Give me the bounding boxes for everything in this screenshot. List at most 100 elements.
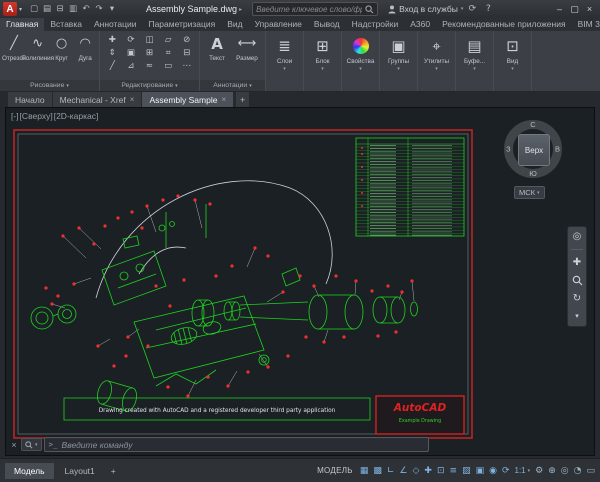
orbit-icon[interactable]: ↻	[573, 293, 581, 304]
offset-icon[interactable]: ⊟	[177, 48, 196, 58]
ribbon-tab[interactable]: Параметризация	[142, 18, 221, 31]
ribbon-tab[interactable]: BIM 360	[572, 18, 600, 31]
object-snap-tracking-icon[interactable]: ✚	[424, 466, 432, 476]
ribbon-tab[interactable]: Надстройки	[346, 18, 405, 31]
close-tab-icon[interactable]: ×	[130, 95, 135, 104]
file-tab-mechanical-xref[interactable]: Mechanical - Xref ×	[53, 92, 142, 107]
layers-panel-button[interactable]: ≣ Слои ▾	[266, 31, 304, 91]
snap-icon[interactable]: ▩	[373, 466, 382, 476]
close-tab-icon[interactable]: ×	[221, 95, 226, 104]
compass-west-label[interactable]: З	[506, 145, 511, 154]
open-icon[interactable]: ▤	[41, 4, 53, 14]
undo-icon[interactable]: ↶	[80, 4, 92, 14]
groups-panel-button[interactable]: ▣ Группы ▾	[380, 31, 418, 91]
add-layout-button[interactable]: +	[106, 463, 121, 479]
drawing-area[interactable]: [-] [Сверху] [2D-каркас]	[5, 107, 595, 456]
grid-icon[interactable]: ▦	[360, 466, 369, 476]
view-cube[interactable]: С З В Ю Верх	[504, 120, 562, 178]
minimize-button[interactable]: –	[552, 4, 567, 15]
ribbon-tab[interactable]: Аннотации	[88, 18, 143, 31]
viewport-visual-style-button[interactable]: [2D-каркас]	[54, 111, 99, 121]
save-icon[interactable]: ⊟	[54, 4, 66, 14]
ribbon-tab[interactable]: Управление	[249, 18, 308, 31]
recent-commands-icon[interactable]: ▾	[35, 442, 38, 448]
help-search-box[interactable]: Введите ключевое слово/фразу	[252, 2, 378, 16]
annotation-visibility-icon[interactable]: ◉	[489, 466, 497, 476]
clean-screen-icon[interactable]: ▭	[586, 466, 595, 476]
new-icon[interactable]: ▢	[28, 4, 40, 14]
ribbon-tab[interactable]: Рекомендованные приложения	[436, 18, 571, 31]
lineweight-icon[interactable]: ≡	[450, 466, 458, 476]
annotation-panel-label[interactable]: Аннотации ▾	[200, 80, 265, 91]
trim-icon[interactable]: ◫	[140, 35, 159, 45]
move-icon[interactable]: ✚	[103, 35, 122, 45]
mirror-icon[interactable]: ▱	[159, 35, 178, 45]
isolate-objects-icon[interactable]: ◎	[561, 466, 569, 476]
annotation-monitor-icon[interactable]: ⊕	[548, 466, 556, 476]
command-input[interactable]: >_ Введите команду	[44, 437, 429, 452]
object-snap-icon[interactable]: ⊡	[437, 466, 445, 476]
view-panel-button[interactable]: ⊡ Вид ▾	[494, 31, 532, 91]
array-icon[interactable]: ⊞	[140, 48, 159, 58]
pan-icon[interactable]: ✚	[573, 257, 581, 268]
arc-button[interactable]: ◠ Дуга	[73, 33, 97, 80]
polar-tracking-icon[interactable]: ∠	[399, 466, 407, 476]
text-button[interactable]: A Текст	[202, 33, 232, 80]
rotate-icon[interactable]: ⟳	[122, 35, 141, 45]
help-icon[interactable]: ?	[481, 4, 495, 14]
viewport-view-button[interactable]: [Сверху]	[20, 111, 53, 121]
block-panel-button[interactable]: ⊞ Блок ▾	[304, 31, 342, 91]
copy-icon[interactable]: ▣	[122, 48, 141, 58]
qat-customize-icon[interactable]: ▾	[106, 4, 118, 14]
sign-in-button[interactable]: Вход в службы ▾	[388, 4, 463, 14]
isodraft-icon[interactable]: ◇	[413, 466, 420, 476]
circle-button[interactable]: ○ Круг	[50, 33, 74, 80]
zoom-icon[interactable]	[572, 275, 583, 286]
stretch-icon[interactable]: ⇕	[103, 48, 122, 58]
navigation-wheel-icon[interactable]: ◎	[573, 231, 582, 242]
compass-north-label[interactable]: С	[530, 120, 535, 129]
model-tab[interactable]: Модель	[5, 463, 54, 479]
compass-south-label[interactable]: Ю	[529, 169, 537, 178]
autoscale-icon[interactable]: ⟳	[502, 466, 510, 476]
file-tab-assembly-sample[interactable]: Assembly Sample ×	[142, 92, 233, 107]
command-line-close-icon[interactable]: ×	[9, 440, 19, 450]
maximize-button[interactable]: ▢	[567, 4, 582, 15]
plot-icon[interactable]: ▥	[67, 4, 79, 14]
workspace-gear-icon[interactable]: ⚙	[535, 466, 543, 476]
draw-panel-label[interactable]: Рисование ▾	[0, 80, 99, 91]
viewport-menu-button[interactable]: [-]	[11, 111, 19, 121]
file-tab-start[interactable]: Начало	[8, 92, 52, 107]
ribbon-tab[interactable]: Вид	[221, 18, 248, 31]
fillet-icon[interactable]: ⊿	[122, 61, 141, 71]
transparency-icon[interactable]: ▨	[462, 466, 471, 476]
polyline-button[interactable]: ∿ Полилиния	[26, 33, 50, 80]
command-search-icon[interactable]	[25, 441, 33, 449]
ortho-icon[interactable]: ∟	[387, 466, 395, 476]
model-space-button[interactable]: МОДЕЛЬ	[317, 466, 353, 475]
ribbon-tab[interactable]: Вывод	[308, 18, 346, 31]
layout1-tab[interactable]: Layout1	[56, 463, 104, 479]
annotation-scale-button[interactable]: 1:1 ▾	[515, 466, 531, 475]
properties-panel-button[interactable]: Свойства ▾	[342, 31, 380, 91]
smooth-icon[interactable]: ≈	[140, 61, 159, 71]
utilities-panel-button[interactable]: ⌖ Утилиты ▾	[418, 31, 456, 91]
more-tools-icon[interactable]: ⋯	[177, 61, 196, 71]
graphics-performance-icon[interactable]: ◔	[574, 466, 582, 476]
compass-east-label[interactable]: В	[555, 145, 560, 154]
view-cube-top-face[interactable]: Верх	[518, 134, 550, 166]
new-drawing-tab-button[interactable]: +	[236, 92, 249, 107]
application-menu-button[interactable]: A	[3, 2, 17, 16]
close-button[interactable]: ×	[582, 4, 597, 15]
clipboard-panel-button[interactable]: ▤ Буфе... ▾	[456, 31, 494, 91]
sync-icon[interactable]: ⟳	[465, 4, 479, 14]
navbar-more-icon[interactable]: ▾	[575, 311, 579, 322]
erase-icon[interactable]: ⊘	[177, 35, 196, 45]
explode-icon[interactable]: ▭	[159, 61, 178, 71]
ribbon-tab[interactable]: Главная	[0, 18, 44, 31]
modify-panel-label[interactable]: Редактирование ▾	[100, 80, 199, 91]
application-menu-arrow-icon[interactable]: ▾	[19, 6, 22, 13]
extend-icon[interactable]: ╱	[103, 61, 122, 71]
redo-icon[interactable]: ↷	[93, 4, 105, 14]
ucs-selector-button[interactable]: МСК ▾	[514, 186, 545, 199]
